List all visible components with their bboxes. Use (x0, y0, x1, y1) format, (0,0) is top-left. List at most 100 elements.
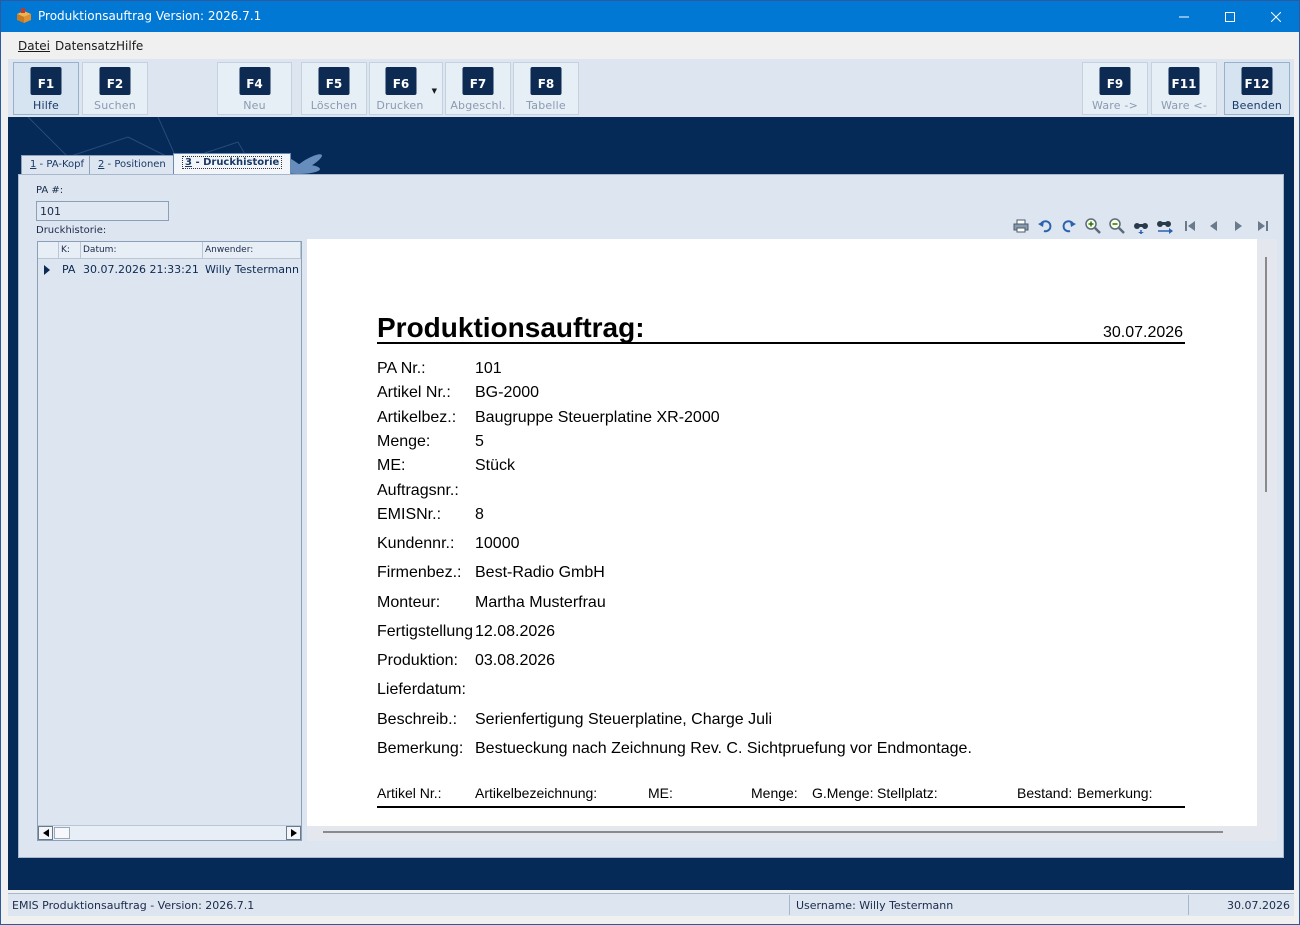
pa-number-field[interactable]: 101 (36, 201, 169, 221)
report-viewer[interactable]: Produktionsauftrag: 30.07.2026 PA Nr.: 1… (307, 239, 1277, 841)
report-date: 30.07.2026 (1103, 324, 1184, 341)
key-f1: F1 (30, 67, 62, 95)
toolbar-ware-raus-label: Ware <- (1160, 99, 1208, 112)
cell-datum: 30.07.2026 21:33:21 (83, 263, 199, 276)
menu-bar: Datei Datensatz Hilfe (1, 32, 1299, 59)
grid-horizontal-scrollbar[interactable] (38, 825, 301, 840)
report-value-menge: 5 (475, 433, 484, 450)
menu-datensatz[interactable]: Datensatz (55, 39, 116, 53)
grid-header-datum[interactable]: Datum: (81, 242, 203, 259)
toolbar-loeschen-button[interactable]: F5 Löschen (301, 62, 367, 115)
toolbar-ware-rein-button[interactable]: F9 Ware -> (1082, 62, 1148, 115)
grid-header-anwender[interactable]: Anwender: (203, 242, 301, 259)
report-col-stellplatz: Stellplatz: (877, 785, 938, 801)
arrow-left-icon (42, 829, 49, 837)
app-box-icon (17, 8, 31, 23)
next-page-icon (1235, 221, 1242, 231)
report-col-menge: Menge: (751, 785, 798, 801)
report-value-emisnr: 8 (475, 506, 484, 523)
report-value-artikelbez: Baugruppe Steuerplatine XR-2000 (475, 409, 720, 426)
report-last-page-button[interactable] (1254, 217, 1272, 235)
minimize-button[interactable] (1161, 1, 1207, 32)
menu-datei[interactable]: Datei (18, 39, 50, 53)
report-zoom-in-button[interactable] (1084, 217, 1102, 235)
report-label-me: ME: (377, 457, 406, 474)
toolbar-neu-label: Neu (243, 99, 266, 112)
printer-icon (1013, 219, 1029, 233)
report-label-emisnr: EMISNr.: (377, 506, 442, 523)
toolbar-suchen-button[interactable]: F2 Suchen (82, 62, 148, 115)
report-label-menge: Menge: (377, 433, 431, 450)
report-previous-page-button[interactable] (1205, 217, 1223, 235)
toolbar-beenden-label: Beenden (1231, 99, 1283, 112)
key-f2: F2 (99, 67, 131, 95)
report-zoom-out-button[interactable] (1108, 217, 1126, 235)
report-vertical-scrollbar[interactable] (1265, 257, 1267, 492)
report-label-fertigstellung: Fertigstellung (377, 623, 474, 640)
key-f7: F7 (462, 67, 494, 95)
status-date: 30.07.2026 (1227, 899, 1290, 912)
key-f5: F5 (318, 67, 350, 95)
key-f6: F6 (385, 67, 417, 95)
tab-pa-kopf[interactable]: 1 - PA-Kopf (21, 155, 94, 174)
toolbar-loeschen-label: Löschen (310, 99, 358, 112)
undo-icon (1038, 220, 1052, 233)
pa-label: PA #: (36, 185, 64, 196)
report-first-page-button[interactable] (1181, 217, 1199, 235)
scroll-thumb[interactable] (54, 827, 70, 839)
status-bar: EMIS Produktionsauftrag - Version: 2026.… (8, 893, 1294, 916)
report-value-me: Stück (475, 457, 516, 474)
key-f4: F4 (239, 67, 270, 95)
report-horizontal-scrollbar[interactable] (323, 831, 1223, 833)
find-next-icon (1157, 221, 1173, 234)
last-page-icon (1258, 221, 1268, 231)
previous-page-icon (1210, 221, 1217, 231)
grid-header-k[interactable]: K: (59, 242, 81, 259)
menu-hilfe[interactable]: Hilfe (116, 39, 143, 53)
toolbar-ware-raus-button[interactable]: F11 Ware <- (1151, 62, 1217, 115)
dropdown-arrow-icon[interactable]: ▼ (432, 87, 437, 95)
report-label-pa-nr: PA Nr.: (377, 360, 426, 377)
close-icon (1271, 11, 1281, 22)
report-table-rule (377, 806, 1185, 808)
minimize-icon (1179, 16, 1189, 17)
report-undo-button[interactable] (1036, 217, 1054, 235)
report-label-artikelbez: Artikelbez.: (377, 409, 457, 426)
close-button[interactable] (1253, 1, 1299, 32)
row-indicator-icon (44, 265, 50, 275)
report-value-produktion: 03.08.2026 (475, 652, 556, 669)
report-find-button[interactable] (1132, 217, 1150, 235)
report-print-button[interactable] (1012, 217, 1030, 235)
toolbar-beenden-button[interactable]: F12 Beenden (1224, 62, 1290, 115)
toolbar-hilfe-button[interactable]: F1 Hilfe (13, 62, 79, 115)
toolbar-abgeschl-button[interactable]: F7 Abgeschl. (445, 62, 511, 115)
report-value-firmenbez: Best-Radio GmbH (475, 564, 605, 581)
report-col-g-menge: G.Menge: (812, 785, 874, 801)
tab-positionen-label: - Positionen (104, 159, 166, 170)
window-title: Produktionsauftrag Version: 2026.7.1 (38, 9, 262, 23)
report-col-artikel-nr: Artikel Nr.: (377, 785, 442, 801)
report-next-page-button[interactable] (1229, 217, 1247, 235)
toolbar-tabelle-button[interactable]: F8 Tabelle (513, 62, 579, 115)
table-row[interactable]: PA 30.07.2026 21:33:21 Willy Testermann (38, 260, 301, 280)
tab-druckhistorie-label: - Druckhistorie (191, 157, 280, 168)
report-redo-button[interactable] (1060, 217, 1078, 235)
report-label-bemerkung: Bemerkung: (377, 740, 464, 757)
toolbar-drucken-button[interactable]: F6 Drucken ▼ (369, 62, 443, 115)
function-key-toolbar: F1 Hilfe F2 Suchen F4 Neu F5 Löschen F6 … (8, 59, 1294, 117)
scroll-left-button[interactable] (38, 826, 53, 840)
report-col-me: ME: (648, 785, 673, 801)
maximize-button[interactable] (1207, 1, 1253, 32)
toolbar-abgeschl-label: Abgeschl. (450, 99, 506, 112)
tab-druckhistorie[interactable]: 3 - Druckhistorie (173, 153, 292, 175)
tab-positionen[interactable]: 2 - Positionen (89, 155, 175, 174)
report-find-next-button[interactable] (1156, 217, 1174, 235)
report-value-monteur: Martha Musterfrau (475, 594, 606, 611)
toolbar-neu-button[interactable]: F4 Neu (217, 62, 292, 115)
grid-header-indicator (38, 242, 59, 259)
report-label-produktion: Produktion: (377, 652, 458, 669)
toolbar-drucken-label: Drucken (376, 99, 424, 112)
report-label-monteur: Monteur: (377, 594, 441, 611)
scroll-right-button[interactable] (286, 826, 301, 840)
report-value-fertigstellung: 12.08.2026 (475, 623, 556, 640)
